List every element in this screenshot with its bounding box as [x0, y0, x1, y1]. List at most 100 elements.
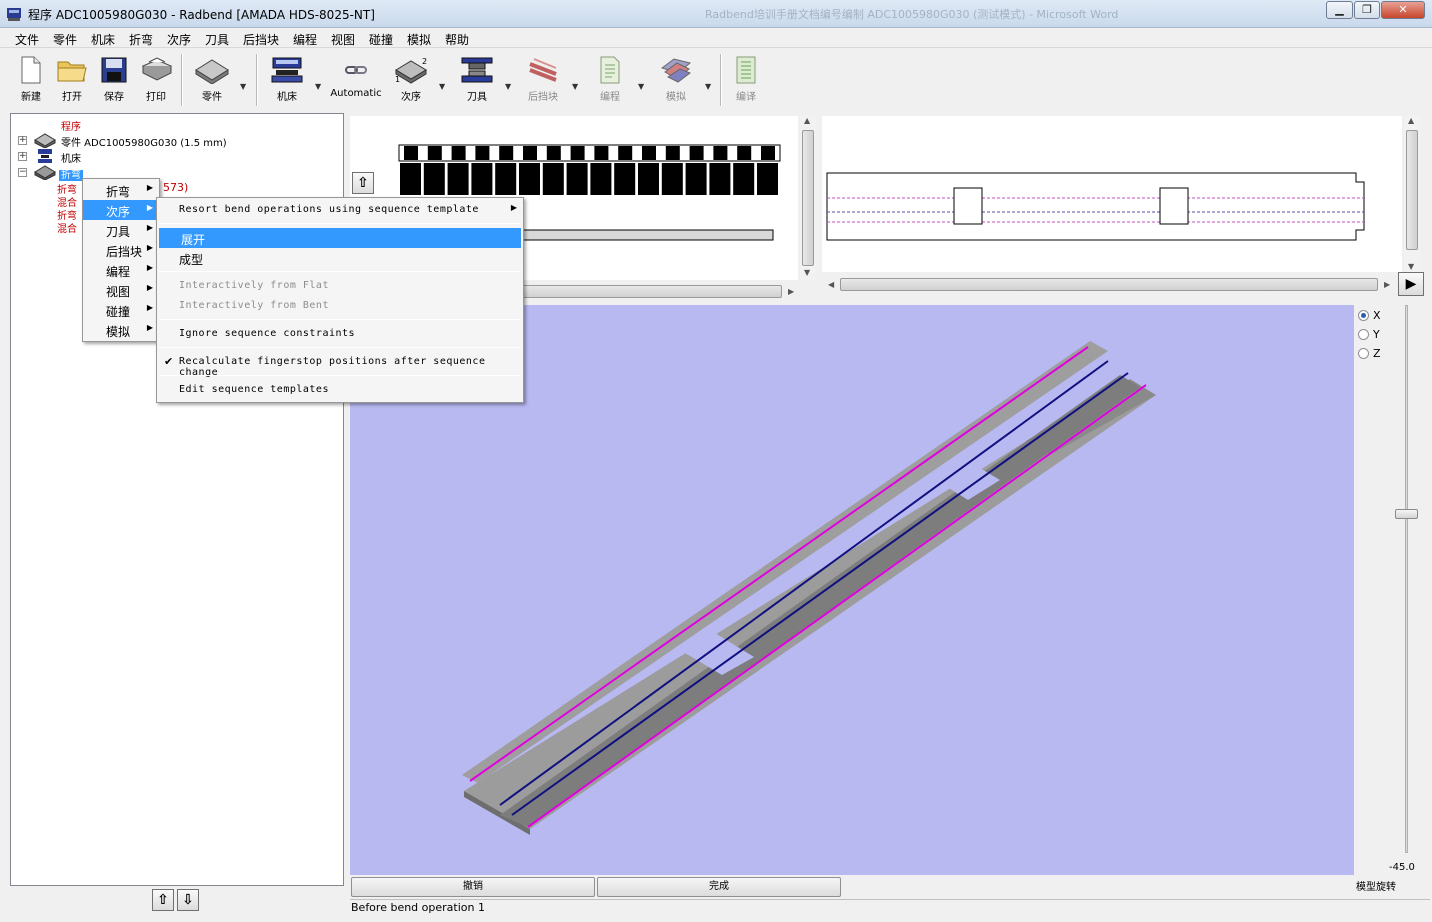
- machine-button[interactable]: 机床: [268, 56, 306, 103]
- punch-segment: [400, 163, 421, 195]
- strip-up-button[interactable]: ⇧: [352, 172, 374, 194]
- tree-machine-node[interactable]: 机床: [61, 150, 81, 165]
- scroll-thumb[interactable]: [802, 130, 814, 266]
- punch-segment-top: [570, 146, 585, 160]
- tree-bend-child-4[interactable]: 混合: [57, 220, 77, 235]
- menu-backgauge[interactable]: 后挡块: [243, 31, 279, 48]
- machine-node-icon: [38, 149, 52, 163]
- part-button[interactable]: 零件: [192, 56, 232, 103]
- scroll-right-icon[interactable]: ▶: [788, 287, 794, 296]
- submenu-arrow-icon: ▶: [146, 323, 153, 332]
- done-button[interactable]: 完成: [597, 877, 841, 897]
- ctx-item-view[interactable]: 视图 ▶: [83, 280, 159, 300]
- sequence-dropdown-icon[interactable]: ▼: [439, 82, 445, 91]
- machine-dropdown-icon[interactable]: ▼: [315, 82, 321, 91]
- menu-tooling[interactable]: 刀具: [205, 31, 229, 48]
- submenu-form[interactable]: 成型: [157, 248, 523, 268]
- axis-radio-x[interactable]: X: [1358, 309, 1381, 322]
- sequence-submenu: Resort bend operations using sequence te…: [156, 197, 524, 403]
- backgauge-button[interactable]: 后挡块: [522, 56, 564, 103]
- punch-segment: [590, 163, 612, 195]
- menu-machine[interactable]: 机床: [91, 31, 115, 48]
- print-button[interactable]: 打印: [138, 56, 174, 103]
- submenu-arrow-icon: ▶: [146, 223, 153, 232]
- scroll-down-icon[interactable]: ▼: [804, 268, 810, 277]
- submenu-ignore-constraints[interactable]: Ignore sequence constraints: [157, 324, 523, 344]
- new-button[interactable]: 新建: [16, 56, 46, 103]
- simulate-dropdown-icon[interactable]: ▼: [705, 82, 711, 91]
- submenu-unfold[interactable]: 展开: [159, 228, 521, 248]
- tree-collapse-bend[interactable]: −: [18, 168, 27, 177]
- backgauge-icon: [529, 58, 557, 82]
- tool-strip-hscroll[interactable]: [520, 285, 782, 298]
- tree-bend-node[interactable]: 折弯: [59, 166, 83, 181]
- part-dropdown-icon[interactable]: ▼: [240, 82, 246, 91]
- scroll-thumb[interactable]: [1406, 130, 1418, 250]
- scroll-down-icon[interactable]: ▼: [1408, 262, 1414, 271]
- tooling-dropdown-icon[interactable]: ▼: [505, 82, 511, 91]
- program-button[interactable]: 编程: [592, 56, 628, 103]
- submenu-edit-templates[interactable]: Edit sequence templates: [157, 380, 523, 400]
- automatic-button[interactable]: Automatic: [328, 56, 384, 99]
- scroll-up-icon[interactable]: ▲: [804, 116, 810, 125]
- simulate-button[interactable]: 模拟: [656, 56, 696, 103]
- menu-file[interactable]: 文件: [15, 31, 39, 48]
- punch-segment: [661, 163, 683, 195]
- scroll-left-icon[interactable]: ◀: [828, 280, 834, 289]
- tree-expand-part[interactable]: +: [18, 136, 27, 145]
- tree-root[interactable]: 程序: [61, 118, 81, 133]
- radio-empty-icon: [1358, 329, 1369, 340]
- menu-part[interactable]: 零件: [53, 31, 77, 48]
- submenu-resort[interactable]: Resort bend operations using sequence te…: [157, 200, 523, 220]
- ctx-item-collision[interactable]: 碰撞 ▶: [83, 300, 159, 320]
- menu-help[interactable]: 帮助: [445, 31, 469, 48]
- tree-bend-child-1[interactable]: 折弯 573): [57, 181, 188, 196]
- tooling-button[interactable]: 刀具: [458, 56, 496, 103]
- close-button[interactable]: ✕: [1381, 1, 1425, 19]
- axis-radio-z[interactable]: Z: [1358, 347, 1381, 360]
- program-dropdown-icon[interactable]: ▼: [638, 82, 644, 91]
- flat-view-hscroll[interactable]: [840, 278, 1378, 291]
- move-up-button[interactable]: ⇧: [152, 889, 174, 911]
- punch-segment-top: [499, 146, 514, 160]
- menu-program[interactable]: 编程: [293, 31, 317, 48]
- submenu-recalculate[interactable]: ✔ Recalculate fingerstop positions after …: [157, 352, 523, 378]
- open-button[interactable]: 打开: [55, 56, 89, 103]
- undo-button[interactable]: 撤销: [351, 877, 595, 897]
- tree-bend-child-2[interactable]: 混合: [57, 194, 77, 209]
- rotation-slider-track[interactable]: [1405, 305, 1408, 853]
- menu-simulate[interactable]: 模拟: [407, 31, 431, 48]
- scroll-right-icon[interactable]: ▶: [1384, 280, 1390, 289]
- flat-part-view[interactable]: [822, 116, 1402, 272]
- scroll-up-icon[interactable]: ▲: [1408, 116, 1414, 125]
- tree-bend-child-3[interactable]: 折弯: [57, 207, 77, 222]
- compile-button[interactable]: 编译: [731, 56, 761, 103]
- bend-node-icon: [34, 165, 56, 180]
- save-button[interactable]: 保存: [100, 56, 128, 103]
- ctx-item-sequence[interactable]: 次序 ▶: [83, 200, 159, 220]
- punch-segment: [447, 163, 469, 195]
- menu-bend[interactable]: 折弯: [129, 31, 153, 48]
- tree-part-node[interactable]: 零件 ADC1005980G030 (1.5 mm): [61, 134, 227, 149]
- submenu-arrow-icon: ▶: [146, 303, 153, 312]
- rotation-slider-thumb[interactable]: [1395, 509, 1418, 519]
- tool-strip-vscroll[interactable]: ▲ ▼: [800, 116, 816, 280]
- ctx-item-program[interactable]: 编程 ▶: [83, 260, 159, 280]
- background-window-title: Radbend培训手册文档编号编制 ADC1005980G030 (测试模式) …: [705, 8, 1119, 21]
- minimize-button[interactable]: ▁: [1326, 1, 1353, 19]
- tree-expand-machine[interactable]: +: [18, 152, 27, 161]
- flat-view-vscroll[interactable]: ▲ ▼: [1404, 116, 1420, 272]
- ctx-item-simulate[interactable]: 模拟 ▶: [83, 320, 159, 340]
- menu-sequence[interactable]: 次序: [167, 31, 191, 48]
- move-down-button[interactable]: ⇩: [177, 889, 199, 911]
- menu-view[interactable]: 视图: [331, 31, 355, 48]
- axis-radio-y[interactable]: Y: [1358, 328, 1380, 341]
- ctx-item-bend[interactable]: 折弯 ▶: [83, 180, 159, 200]
- restore-button[interactable]: ❐: [1354, 1, 1380, 19]
- ctx-item-backgauge[interactable]: 后挡块 ▶: [83, 240, 159, 260]
- ctx-item-tooling[interactable]: 刀具 ▶: [83, 220, 159, 240]
- menu-collision[interactable]: 碰撞: [369, 31, 393, 48]
- backgauge-dropdown-icon[interactable]: ▼: [572, 82, 578, 91]
- play-button[interactable]: ▶: [1398, 272, 1424, 296]
- sequence-button[interactable]: 12 次序: [392, 56, 430, 103]
